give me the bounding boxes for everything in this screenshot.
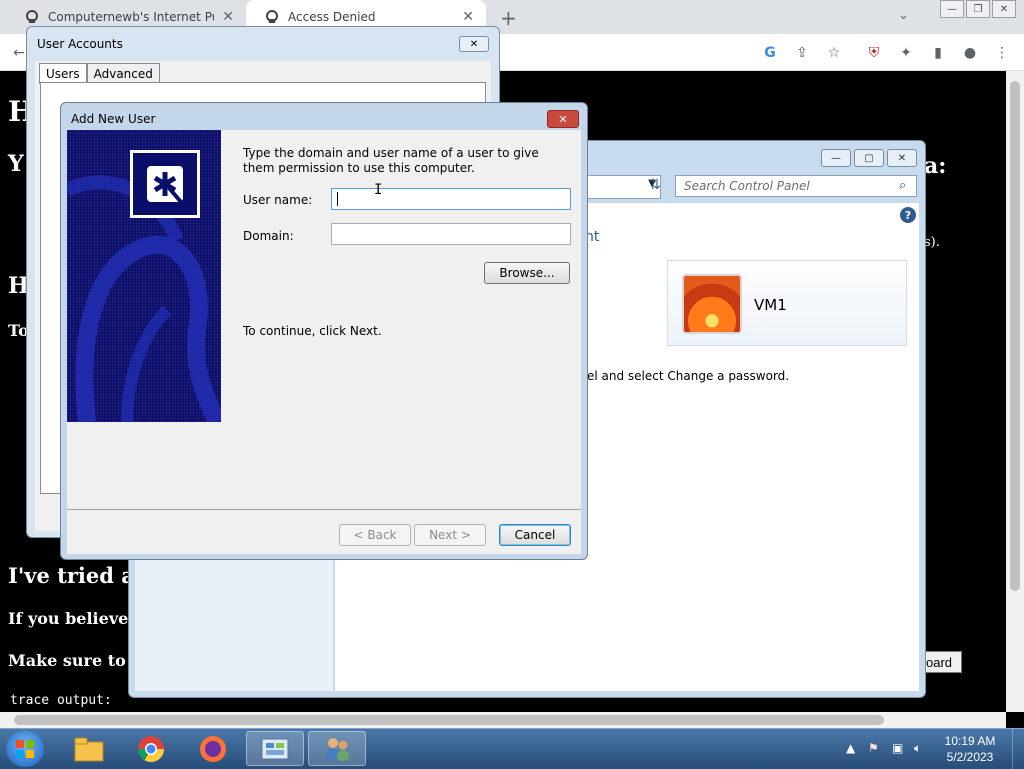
page-text-fragment: s). — [924, 235, 940, 250]
back-button[interactable]: < Back — [339, 524, 411, 546]
minimize-icon[interactable]: — — [821, 149, 851, 167]
users-icon — [326, 737, 349, 761]
close-icon[interactable]: ✕ — [459, 36, 489, 52]
windows-logo-icon — [16, 740, 34, 758]
trace-output-label: trace output: — [10, 693, 112, 708]
share-icon[interactable]: ⇪ — [793, 44, 811, 62]
chrome-icon — [137, 735, 165, 762]
ibeam-cursor-icon: I — [374, 182, 383, 198]
page-heading: Y — [8, 151, 24, 177]
domain-input[interactable] — [331, 223, 571, 245]
maximize-icon[interactable]: ▢ — [854, 149, 884, 167]
username-label: User name: — [243, 193, 313, 207]
minimize-icon[interactable]: — — [940, 0, 964, 18]
bookmark-star-icon[interactable]: ☆ — [825, 44, 843, 62]
clock-time: 10:19 AM — [944, 734, 996, 748]
dialog-title: Add New User — [71, 112, 156, 126]
page-favicon-icon — [264, 9, 280, 25]
user-key-icon — [130, 150, 200, 218]
chevron-down-icon[interactable]: ⌄ — [898, 8, 909, 23]
extension-shield-icon[interactable]: ⛨ — [865, 44, 883, 62]
taskbar-user-accounts-button[interactable] — [308, 731, 366, 766]
tab-advanced[interactable]: Advanced — [86, 63, 160, 84]
scrollbar-thumb[interactable] — [1010, 81, 1020, 591]
page-favicon-icon — [24, 9, 40, 25]
show-hidden-icons-icon[interactable]: ▲ — [846, 741, 855, 755]
taskbar-firefox-button[interactable] — [184, 731, 242, 766]
search-control-panel-input[interactable]: Search Control Panel — [675, 175, 917, 197]
dialog-intro-text: Type the domain and user name of a user … — [243, 146, 539, 175]
browse-button[interactable]: Browse... — [484, 262, 570, 284]
dialog-body: Type the domain and user name of a user … — [67, 130, 581, 554]
extensions-puzzle-icon[interactable]: ✦ — [897, 44, 915, 62]
control-panel-icon — [261, 738, 289, 759]
more-menu-icon[interactable]: ⋮ — [993, 44, 1011, 62]
volume-icon[interactable]: 🔈︎ — [914, 741, 921, 756]
cancel-button[interactable]: Cancel — [499, 524, 571, 546]
user-tile-name: VM1 — [754, 296, 787, 314]
restore-icon[interactable]: ❐ — [966, 0, 990, 18]
continue-instruction: To continue, click Next. — [243, 324, 382, 338]
firefox-icon — [200, 735, 226, 762]
page-heading: I've tried al — [8, 563, 143, 588]
page-horizontal-scrollbar[interactable] — [0, 712, 1006, 728]
new-tab-button[interactable]: + — [500, 6, 517, 30]
taskbar: ▲ ⚑ ▣ 🔈︎ 10:19 AM 5/2/2023 — [0, 728, 1024, 769]
close-icon[interactable]: ✕ — [887, 149, 917, 167]
taskbar-chrome-button[interactable] — [122, 731, 180, 766]
next-button[interactable]: Next > — [414, 524, 486, 546]
page-vertical-scrollbar[interactable] — [1006, 71, 1024, 712]
profile-avatar-icon[interactable]: ● — [961, 44, 979, 62]
tab-users[interactable]: Users — [39, 63, 87, 84]
username-input[interactable] — [331, 188, 571, 210]
page-text: If you believe t — [8, 609, 142, 628]
close-icon[interactable]: ✕ — [547, 110, 579, 128]
google-icon[interactable]: G — [761, 44, 779, 62]
close-icon[interactable]: ✕ — [222, 9, 234, 25]
help-icon[interactable]: ? — [900, 207, 916, 223]
control-panel-window-controls: — ▢ ✕ — [821, 149, 917, 167]
window-title: User Accounts — [37, 37, 123, 51]
network-icon[interactable]: ▣ — [892, 741, 903, 755]
refresh-icon[interactable]: ⇅ — [649, 177, 661, 193]
tab-title: Access Denied — [288, 10, 376, 24]
wizard-banner — [67, 130, 221, 422]
browser-window-controls: — ❐ ✕ — [940, 0, 1016, 18]
user-accounts-tabs: Users Advanced — [39, 63, 160, 84]
scrollbar-thumb[interactable] — [14, 715, 884, 725]
side-panel-icon[interactable]: ▮ — [929, 44, 947, 62]
dialog-separator — [67, 509, 581, 510]
user-account-tile[interactable]: VM1 — [667, 260, 907, 346]
page-text: Make sure to p — [8, 651, 143, 670]
tab-title: Computernewb's Internet Pub H — [48, 10, 214, 24]
taskbar-clock[interactable]: 10:19 AM 5/2/2023 — [940, 733, 1000, 765]
close-icon[interactable]: ✕ — [462, 9, 474, 25]
action-center-flag-icon[interactable]: ⚑ — [868, 741, 879, 755]
search-icon[interactable]: ⌕ — [899, 178, 906, 193]
start-button[interactable] — [6, 731, 44, 767]
folder-icon — [74, 737, 104, 761]
clock-date: 5/2/2023 — [946, 750, 994, 764]
control-panel-instruction: el and select Change a password. — [587, 369, 790, 383]
show-desktop-button[interactable] — [1012, 729, 1024, 769]
taskbar-control-panel-button[interactable] — [246, 731, 304, 766]
taskbar-explorer-button[interactable] — [60, 731, 118, 766]
add-new-user-dialog: Add New User ✕ Type the domain and user … — [60, 102, 588, 560]
close-icon[interactable]: ✕ — [992, 0, 1016, 18]
user-picture-flower — [682, 274, 742, 334]
text-cursor — [337, 192, 338, 206]
domain-label: Domain: — [243, 229, 294, 243]
page-heading-fragment: a: — [924, 153, 947, 179]
